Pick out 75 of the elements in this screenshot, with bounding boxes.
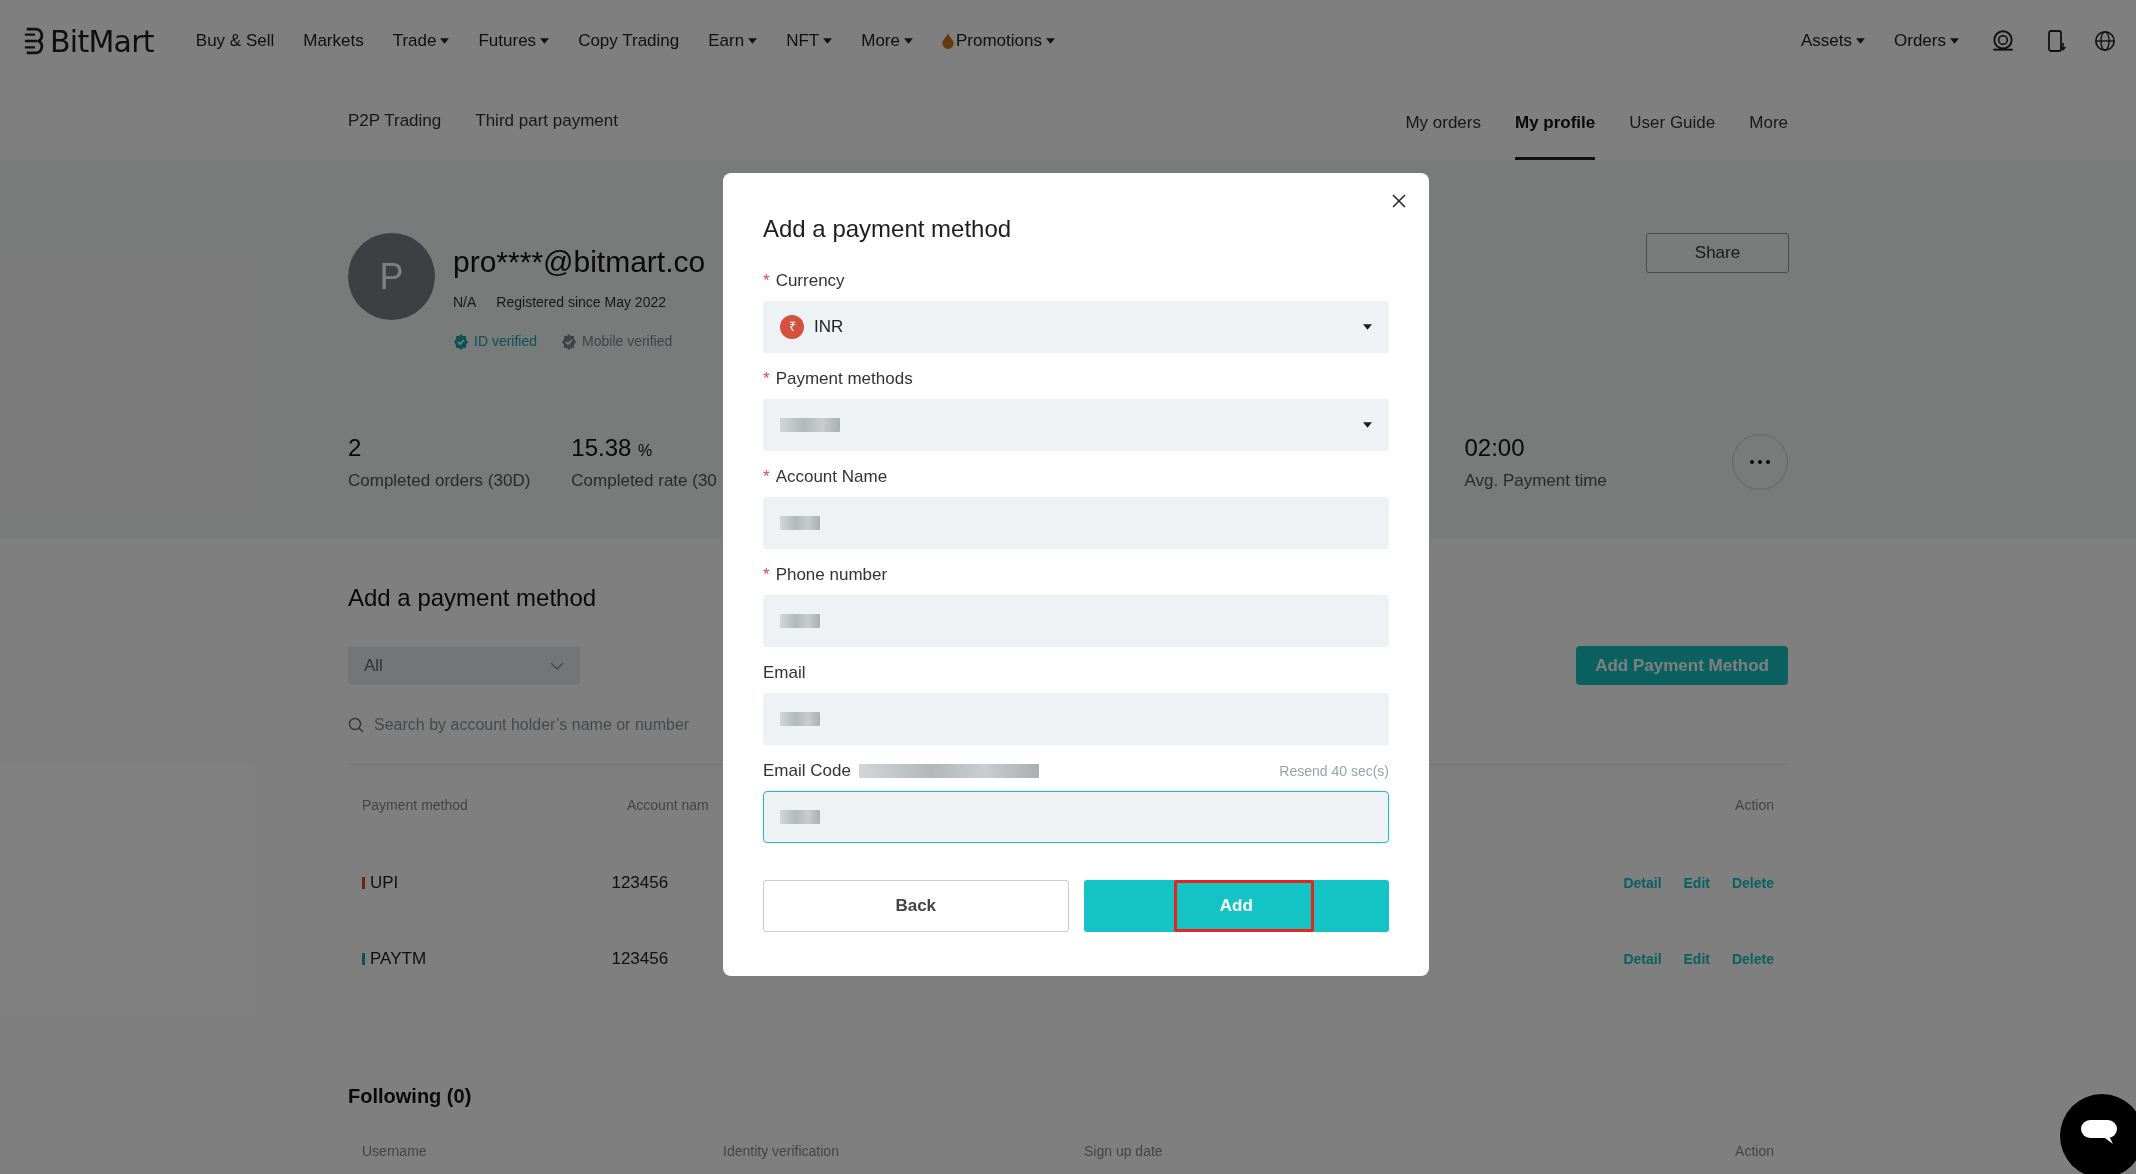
required-asterisk: *: [763, 368, 770, 391]
search-icon: [348, 716, 364, 733]
nav-link[interactable]: Copy Trading: [578, 28, 680, 54]
logo-icon: [24, 26, 46, 56]
column-header: Identity verification: [723, 1141, 840, 1161]
section-title: Following (0): [348, 1084, 473, 1109]
user-status: N/A: [453, 293, 477, 312]
table-cell-text: PAYTM: [370, 948, 427, 971]
field-label: Currency: [775, 270, 845, 293]
field-label: Email: [763, 662, 806, 685]
stat-label: Avg. Payment time: [1464, 470, 1607, 492]
field-label: Phone number: [775, 564, 888, 587]
nav-link[interactable]: Futures: [478, 28, 550, 54]
nav-link[interactable]: Earn: [708, 28, 758, 54]
required-asterisk: *: [763, 466, 770, 489]
subnav-tab[interactable]: More: [1749, 82, 1788, 160]
column-header: Sign up date: [1084, 1141, 1164, 1161]
table-cell: 123456: [611, 873, 669, 893]
column-header: Action: [1734, 795, 1774, 815]
caret-icon: [1363, 324, 1372, 330]
stat-label: Completed rate (30: [571, 470, 717, 492]
currency-icon: ₹: [780, 315, 804, 339]
select-field[interactable]: [763, 399, 1389, 451]
select-field[interactable]: ₹ INR: [763, 301, 1389, 353]
input-field[interactable]: [763, 693, 1389, 745]
input-field[interactable]: [763, 595, 1389, 647]
table-cell: 123456: [611, 949, 669, 969]
share-button[interactable]: Share: [1646, 233, 1789, 273]
user-email: pro****@bitmart.co: [453, 244, 706, 280]
nav-link[interactable]: Orders: [1894, 28, 1959, 54]
nav-link[interactable]: Trade: [392, 28, 450, 54]
nav-link[interactable]: Markets: [303, 28, 364, 54]
ellipsis-icon: [1750, 459, 1771, 464]
back-button[interactable]: Back: [763, 880, 1069, 932]
section-title: Add a payment method: [348, 583, 598, 613]
stat-value: 02:00: [1464, 433, 1526, 463]
nav-link[interactable]: NFT: [786, 28, 833, 54]
caret-icon: [1363, 422, 1372, 428]
dialog-title: Add a payment method: [763, 214, 1013, 244]
chevron-down-icon: [550, 661, 564, 670]
column-header: Username: [362, 1141, 428, 1161]
column-header: Account nam: [627, 795, 710, 815]
subnav-link[interactable]: P2P Trading: [348, 108, 442, 134]
resend-countdown: Resend 40 sec(s): [1279, 761, 1389, 781]
verification-label: Mobile verified: [582, 332, 673, 351]
search-field[interactable]: Search by account holder’s name or number: [374, 712, 874, 737]
table-cell-text: UPI: [370, 872, 399, 895]
subnav-link[interactable]: Third part payment: [475, 108, 618, 134]
field-label: Account Name: [775, 466, 888, 489]
field-label: Payment methods: [775, 368, 913, 391]
nav-link[interactable]: Buy & Sell: [195, 28, 275, 54]
nav-link[interactable]: Promotions: [941, 28, 1055, 54]
subnav-tab[interactable]: My orders: [1405, 82, 1481, 160]
subnav-tab[interactable]: User Guide: [1629, 82, 1716, 160]
registered-date: Registered since May 2022: [496, 293, 666, 312]
column-header: Action: [1734, 1141, 1774, 1161]
nav-link[interactable]: More: [861, 28, 913, 54]
stat-value: 15.38 %: [571, 433, 654, 463]
field-label: Email Code: [763, 760, 851, 783]
filter-select[interactable]: All: [348, 646, 580, 685]
avatar: P: [348, 233, 435, 320]
verification-label: ID verified: [474, 332, 538, 351]
stat-label: Completed orders (30D): [348, 470, 531, 492]
input-field[interactable]: [763, 497, 1389, 549]
input-field[interactable]: [763, 791, 1389, 843]
logo-text[interactable]: BitMart: [50, 18, 154, 64]
coin-icon[interactable]: [1990, 28, 2016, 54]
column-header: Payment method: [362, 795, 469, 815]
required-asterisk: *: [763, 270, 770, 293]
required-asterisk: *: [763, 564, 770, 587]
flame-icon: [941, 33, 954, 49]
stat-value: 2: [348, 433, 363, 463]
select-value: INR: [814, 316, 844, 339]
globe-icon[interactable]: [2094, 30, 2116, 52]
nav-link[interactable]: Assets: [1801, 28, 1866, 54]
